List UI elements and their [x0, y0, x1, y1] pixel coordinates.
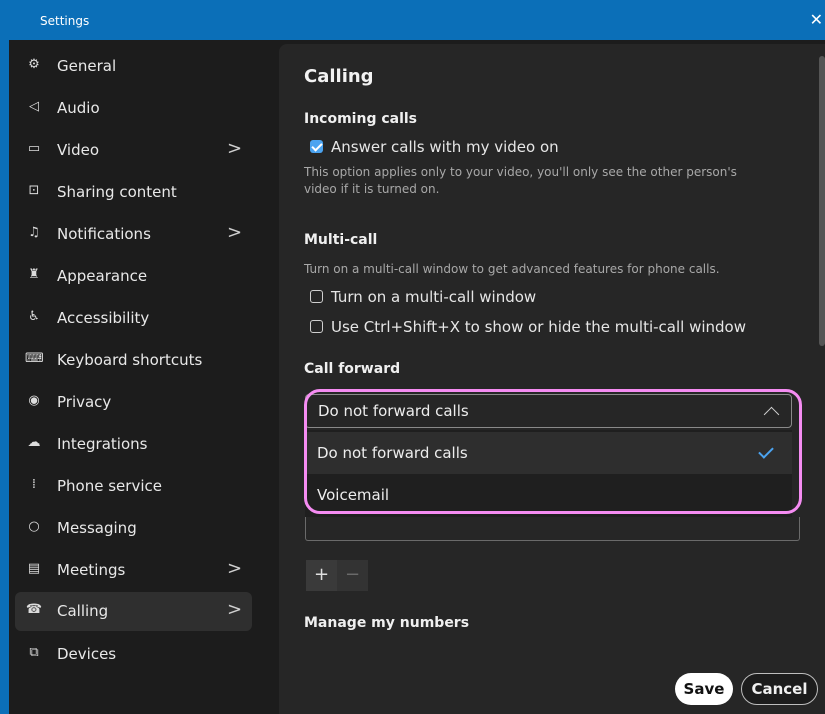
settings-window: Settings ✕ ⚙ General ◁ Audio ▭ Video > ⊡…: [9, 0, 825, 714]
option-label: Voicemail: [317, 486, 390, 504]
video-camera-icon: ▭: [27, 141, 41, 156]
gear-icon: ⚙: [28, 57, 40, 72]
sidebar-item-sharing-content[interactable]: ⊡ Sharing content: [15, 173, 252, 212]
close-icon[interactable]: ✕: [810, 10, 823, 29]
answer-video-checkbox[interactable]: [310, 140, 323, 153]
scrollbar[interactable]: [819, 56, 825, 346]
incoming-calls-heading: Incoming calls: [304, 111, 418, 127]
answer-video-label[interactable]: Answer calls with my video on: [331, 138, 559, 156]
chevron-right-icon: >: [227, 558, 243, 579]
dialpad-icon: ⁞: [31, 477, 37, 492]
save-button[interactable]: Save: [675, 673, 733, 705]
sidebar-item-label: Messaging: [57, 519, 137, 537]
sidebar-item-label: Phone service: [57, 477, 162, 495]
chevron-up-icon: [763, 406, 780, 423]
call-forward-heading: Call forward: [304, 361, 401, 377]
chevron-right-icon: >: [227, 138, 243, 159]
multi-call-heading: Multi-call: [304, 232, 378, 248]
sidebar-item-label: Appearance: [57, 267, 148, 285]
sidebar-item-label: Video: [57, 141, 100, 159]
call-forward-selected-value: Do not forward calls: [318, 402, 469, 420]
option-do-not-forward[interactable]: Do not forward calls: [305, 432, 792, 474]
share-screen-icon: ⊡: [28, 183, 40, 198]
multi-call-window-checkbox[interactable]: [310, 290, 323, 303]
sidebar-item-calling[interactable]: ☎ Calling >: [15, 592, 252, 631]
chevron-right-icon: >: [227, 599, 243, 620]
call-forward-options-menu: Do not forward calls Voicemail: [305, 430, 792, 517]
sidebar-item-keyboard-shortcuts[interactable]: ⌨ Keyboard shortcuts: [15, 341, 252, 380]
sidebar-item-devices[interactable]: ⧉ Devices: [15, 635, 252, 674]
privacy-icon: ◉: [28, 393, 40, 408]
incoming-note-line2: video if it is turned on.: [304, 182, 440, 196]
incoming-note-line1: This option applies only to your video, …: [304, 165, 737, 179]
devices-icon: ⧉: [29, 645, 39, 660]
bell-icon: ♫: [28, 225, 40, 240]
sidebar-item-label: General: [57, 57, 117, 75]
sidebar-item-label: Privacy: [57, 393, 112, 411]
sidebar-item-label: Calling: [57, 602, 109, 620]
sidebar-item-label: Notifications: [57, 225, 151, 243]
multi-call-window-label[interactable]: Turn on a multi-call window: [331, 288, 536, 306]
sidebar-item-label: Sharing content: [57, 183, 177, 201]
chevron-right-icon: >: [227, 222, 243, 243]
checkmark-icon: [758, 443, 774, 459]
option-voicemail[interactable]: Voicemail: [305, 474, 792, 516]
add-remove-controls: + −: [306, 560, 368, 591]
sidebar-item-privacy[interactable]: ◉ Privacy: [15, 383, 252, 422]
sidebar-item-messaging[interactable]: ○ Messaging: [15, 509, 252, 548]
paint-bucket-icon: ♜: [28, 267, 40, 282]
sidebar-item-appearance[interactable]: ♜ Appearance: [15, 257, 252, 296]
sidebar-item-integrations[interactable]: ☁ Integrations: [15, 425, 252, 464]
calling-settings-panel: Calling Incoming calls Answer calls with…: [279, 44, 825, 714]
sidebar: ⚙ General ◁ Audio ▭ Video > ⊡ Sharing co…: [9, 40, 279, 714]
sidebar-item-label: Meetings: [57, 561, 126, 579]
sidebar-item-label: Accessibility: [57, 309, 150, 327]
manage-numbers-heading: Manage my numbers: [304, 615, 470, 631]
cloud-icon: ☁: [27, 435, 41, 450]
multi-call-shortcut-label[interactable]: Use Ctrl+Shift+X to show or hide the mul…: [331, 318, 746, 336]
chat-bubble-icon: ○: [28, 519, 40, 534]
option-label: Do not forward calls: [317, 444, 468, 462]
add-button[interactable]: +: [306, 560, 337, 591]
window-title: Settings: [40, 14, 90, 28]
sidebar-item-label: Integrations: [57, 435, 148, 453]
sidebar-item-notifications[interactable]: ♫ Notifications >: [15, 215, 252, 254]
sidebar-item-label: Audio: [57, 99, 100, 117]
page-title: Calling: [304, 66, 374, 87]
speaker-icon: ◁: [29, 99, 39, 114]
sidebar-item-label: Devices: [57, 645, 117, 663]
sidebar-item-label: Keyboard shortcuts: [57, 351, 203, 369]
multi-call-description: Turn on a multi-call window to get advan…: [304, 262, 720, 276]
sidebar-item-meetings[interactable]: ▤ Meetings >: [15, 551, 252, 590]
sidebar-item-video[interactable]: ▭ Video >: [15, 131, 252, 170]
title-bar: Settings ✕: [9, 0, 825, 40]
cancel-button[interactable]: Cancel: [741, 673, 818, 705]
sidebar-item-accessibility[interactable]: ♿ Accessibility: [15, 299, 252, 338]
phone-icon: ☎: [25, 602, 43, 617]
call-forward-dropdown[interactable]: Do not forward calls: [305, 394, 792, 428]
sidebar-item-general[interactable]: ⚙ General: [15, 47, 252, 86]
calendar-icon: ▤: [27, 561, 41, 576]
forward-number-field[interactable]: [305, 517, 800, 541]
sidebar-item-audio[interactable]: ◁ Audio: [15, 89, 252, 128]
keyboard-icon: ⌨: [25, 351, 44, 366]
accessibility-icon: ♿: [28, 309, 40, 324]
multi-call-shortcut-checkbox[interactable]: [310, 320, 323, 333]
sidebar-item-phone-service[interactable]: ⁞ Phone service: [15, 467, 252, 506]
remove-button[interactable]: −: [337, 560, 368, 591]
